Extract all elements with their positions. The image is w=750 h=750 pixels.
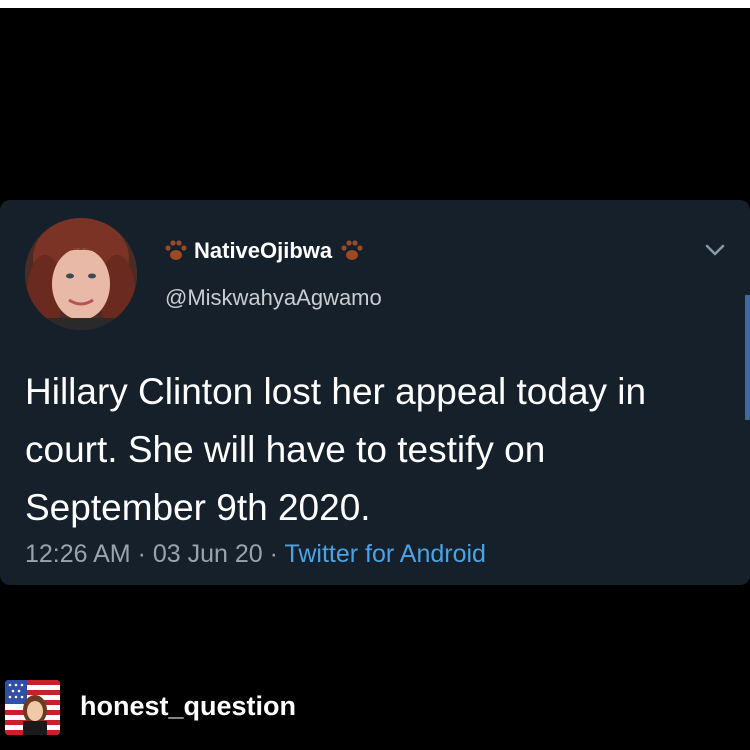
scrollbar[interactable]	[745, 295, 750, 420]
repost-username[interactable]: honest_question	[80, 691, 296, 722]
tweet-card[interactable]: NativeOjibwa @MiskwahyaAgwamo Hillary Cl…	[0, 200, 750, 585]
display-name[interactable]: NativeOjibwa	[194, 238, 332, 264]
repost-attribution: honest_question	[0, 675, 750, 735]
chevron-down-icon[interactable]	[702, 240, 728, 260]
tweet-date: 03 Jun 20	[152, 540, 263, 568]
paw-print-icon	[165, 240, 187, 260]
tweet-meta: 12:26 AM · 03 Jun 20 · Twitter for Andro…	[25, 540, 486, 569]
user-handle[interactable]: @MiskwahyaAgwamo	[165, 285, 382, 311]
avatar[interactable]	[25, 218, 137, 330]
repost-avatar[interactable]	[5, 680, 60, 735]
top-border	[0, 0, 750, 8]
paw-print-icon	[341, 240, 363, 260]
tweet-time: 12:26 AM	[25, 540, 131, 568]
meta-separator: ·	[269, 540, 278, 568]
display-name-row[interactable]: NativeOjibwa	[162, 235, 366, 267]
screenshot-canvas: NativeOjibwa @MiskwahyaAgwamo Hillary Cl…	[0, 0, 750, 750]
meta-separator: ·	[137, 540, 146, 568]
tweet-source-link[interactable]: Twitter for Android	[284, 540, 485, 568]
tweet-text: Hillary Clinton lost her appeal today in…	[25, 371, 647, 528]
